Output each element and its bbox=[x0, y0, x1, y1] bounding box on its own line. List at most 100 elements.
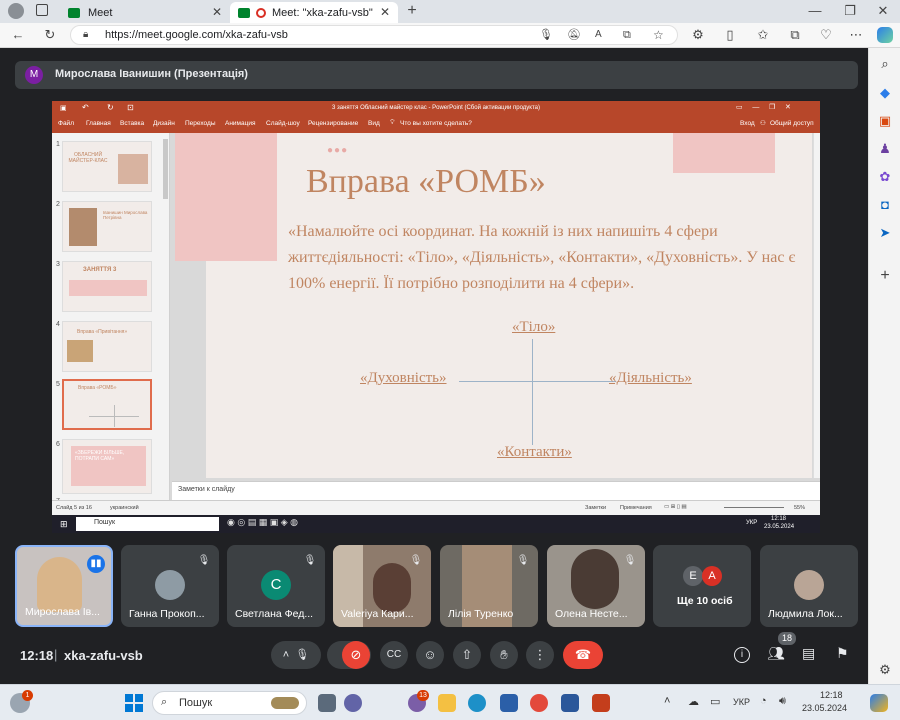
favorites-icon[interactable]: ✩ bbox=[755, 27, 771, 43]
redo-icon[interactable]: ↻ bbox=[107, 103, 114, 112]
task-view-icon[interactable] bbox=[318, 694, 336, 712]
ribbon-tab[interactable]: Анимация bbox=[225, 120, 256, 127]
close-tab-icon[interactable]: ✕ bbox=[380, 5, 390, 19]
lock-icon[interactable]: 🔒︎ bbox=[83, 27, 88, 43]
wifi-icon[interactable]: ◔ bbox=[760, 695, 767, 707]
settings-gear-icon[interactable]: ⚙︎ bbox=[877, 662, 893, 678]
search-icon[interactable]: ⌕ bbox=[877, 56, 893, 72]
browser-essentials-icon[interactable]: ♡ bbox=[818, 27, 834, 43]
chat-icon[interactable]: ▤ bbox=[802, 645, 815, 662]
slide-scrollbar[interactable] bbox=[813, 133, 820, 478]
onedrive-icon[interactable]: ☁︎ bbox=[688, 695, 699, 708]
status-notes[interactable]: Заметки bbox=[585, 505, 606, 511]
zoom-slider[interactable] bbox=[724, 507, 784, 508]
undo-icon[interactable]: ↶ bbox=[82, 103, 89, 112]
present-button[interactable]: ⇧ bbox=[453, 641, 481, 669]
ribbon-tab[interactable]: Дизайн bbox=[153, 120, 175, 127]
add-icon[interactable]: + bbox=[877, 268, 893, 284]
volume-icon[interactable]: 🔊︎ bbox=[779, 695, 786, 708]
favorite-star-icon[interactable]: ☆ bbox=[653, 27, 664, 43]
emoji-button[interactable]: ☺ bbox=[416, 641, 444, 669]
ribbon-tab[interactable]: Рецензирование bbox=[308, 120, 358, 127]
more-options-icon[interactable]: ⋯ bbox=[848, 27, 864, 43]
taskbar-search[interactable]: ⌕ Пошук bbox=[152, 691, 307, 715]
app-available-icon[interactable]: ⧉ bbox=[623, 27, 631, 43]
powerpoint-icon[interactable] bbox=[592, 694, 610, 712]
chrome-icon[interactable] bbox=[530, 694, 548, 712]
split-screen-icon[interactable]: ▯ bbox=[722, 27, 738, 43]
status-comments[interactable]: Примечания bbox=[620, 505, 652, 511]
microsoft-365-icon[interactable]: ✿ bbox=[877, 169, 893, 185]
ribbon-tab[interactable]: Главная bbox=[86, 120, 111, 127]
participant-tile-1[interactable]: ▮▮ Мирослава Ів... bbox=[15, 545, 113, 627]
reload-icon[interactable]: ↻ bbox=[42, 27, 58, 43]
participant-tile-2[interactable]: 🎙︎ Ганна Прокоп... bbox=[121, 545, 219, 627]
notifications-blocked-icon[interactable]: 🔕︎ bbox=[567, 27, 581, 43]
chat-app-icon[interactable] bbox=[344, 694, 362, 712]
slide-thumbnail-4[interactable]: Вправа «Привітання» bbox=[62, 321, 152, 372]
back-icon[interactable]: ← bbox=[10, 27, 26, 43]
slide-thumbnail-1[interactable]: ОБЛАСНИЙ МАЙСТЕР-КЛАС bbox=[62, 141, 152, 192]
tab-actions-icon[interactable] bbox=[36, 4, 48, 16]
slide-thumbnail-3[interactable]: ЗАНЯТТЯ 3 bbox=[62, 261, 152, 312]
start-icon[interactable] bbox=[125, 694, 143, 712]
notes-pane[interactable]: Заметки к слайду bbox=[172, 481, 820, 500]
edge-icon[interactable] bbox=[468, 694, 486, 712]
slide-thumbnail-2[interactable]: Іванишин Мирослава Петрівна bbox=[62, 201, 152, 252]
new-tab-icon[interactable]: + bbox=[404, 3, 420, 19]
captions-button[interactable]: CC bbox=[380, 641, 408, 669]
store-icon[interactable] bbox=[500, 694, 518, 712]
people-icon[interactable]: 👥︎ bbox=[767, 645, 785, 662]
ribbon-tab[interactable]: Файл bbox=[58, 120, 74, 127]
copilot-taskbar-icon[interactable] bbox=[870, 694, 888, 712]
tell-me-field[interactable]: Что вы хотите сделать? bbox=[400, 120, 472, 127]
ppt-window-controls[interactable]: ▭ — ❐ ✕ bbox=[736, 103, 791, 111]
collections-icon[interactable]: ⧉ bbox=[787, 27, 803, 43]
copilot-icon[interactable] bbox=[877, 27, 893, 43]
slide-thumbnail-5-selected[interactable]: Вправа «РОМБ» bbox=[62, 379, 152, 430]
minimize-icon[interactable]: — bbox=[808, 3, 822, 19]
share-button[interactable]: Общий доступ bbox=[770, 120, 814, 127]
tray-chevron-icon[interactable]: ˄ bbox=[664, 695, 670, 707]
taskbar-date[interactable]: 23.05.2024 bbox=[802, 703, 847, 713]
raise-hand-button[interactable]: ✋︎ bbox=[490, 641, 518, 669]
extensions-icon[interactable]: ⚙︎ bbox=[690, 27, 706, 43]
close-tab-icon[interactable]: ✕ bbox=[212, 5, 222, 19]
ribbon-tab[interactable]: Вставка bbox=[120, 120, 144, 127]
tools-icon[interactable]: ▣ bbox=[877, 113, 893, 129]
shopping-tag-icon[interactable]: ◆ bbox=[877, 85, 893, 101]
profile-icon[interactable] bbox=[8, 3, 24, 19]
ribbon-tab[interactable]: Переходы bbox=[185, 120, 216, 127]
battery-icon[interactable]: ▭ bbox=[710, 695, 720, 708]
mic-group[interactable]: ˄ 🎙︎ bbox=[271, 641, 321, 669]
participant-tile-5[interactable]: 🎙︎ Лілія Туренко bbox=[440, 545, 538, 627]
activities-icon[interactable]: ⚑ bbox=[836, 645, 849, 662]
taskbar-lang[interactable]: УКР bbox=[733, 697, 750, 707]
word-icon[interactable] bbox=[561, 694, 579, 712]
participant-tile-more[interactable]: Е А Ще 10 осіб bbox=[653, 545, 751, 627]
participant-tile-4[interactable]: 🎙︎ Valeriya Кари... bbox=[333, 545, 431, 627]
tab-meet-active[interactable]: Meet: "xka-zafu-vsb" ✕ bbox=[230, 2, 398, 23]
url-field[interactable]: 🔒︎ https://meet.google.com/xka-zafu-vsb … bbox=[70, 25, 678, 45]
save-icon[interactable]: ▣ bbox=[60, 104, 67, 112]
signin-link[interactable]: Вход bbox=[740, 120, 755, 127]
view-buttons[interactable]: ▭ ⊞ ▯ ▤ bbox=[664, 504, 687, 510]
thumb-scrollbar[interactable] bbox=[163, 139, 168, 199]
meeting-info-icon[interactable]: i bbox=[734, 647, 750, 663]
slide-thumbnail-6[interactable]: «ЗБЕРЕЖИ БІЛЬШЕ, ПОТРАПИ САМ» bbox=[62, 439, 152, 494]
send-icon[interactable]: ➤ bbox=[877, 225, 893, 241]
participant-tile-8[interactable]: Людмила Лок... bbox=[760, 545, 858, 627]
microphone-icon[interactable]: 🎙︎ bbox=[539, 27, 553, 43]
tab-meet[interactable]: Meet ✕ bbox=[60, 2, 230, 23]
participant-tile-6[interactable]: 🎙︎ Олена Несте... bbox=[547, 545, 645, 627]
leave-call-button[interactable]: ☎︎ bbox=[563, 641, 603, 669]
games-icon[interactable]: ♟ bbox=[877, 141, 893, 157]
ribbon-tab[interactable]: Слайд-шоу bbox=[266, 120, 300, 127]
ribbon-tab[interactable]: Вид bbox=[368, 120, 380, 127]
file-explorer-icon[interactable] bbox=[438, 694, 456, 712]
read-aloud-icon[interactable]: A bbox=[595, 27, 602, 43]
participant-tile-3[interactable]: 🎙︎ С Светлана Фед... bbox=[227, 545, 325, 627]
more-options-button[interactable]: ⋮ bbox=[526, 641, 554, 669]
taskbar-time[interactable]: 12:18 bbox=[820, 690, 843, 700]
close-window-icon[interactable]: ✕ bbox=[876, 3, 890, 19]
